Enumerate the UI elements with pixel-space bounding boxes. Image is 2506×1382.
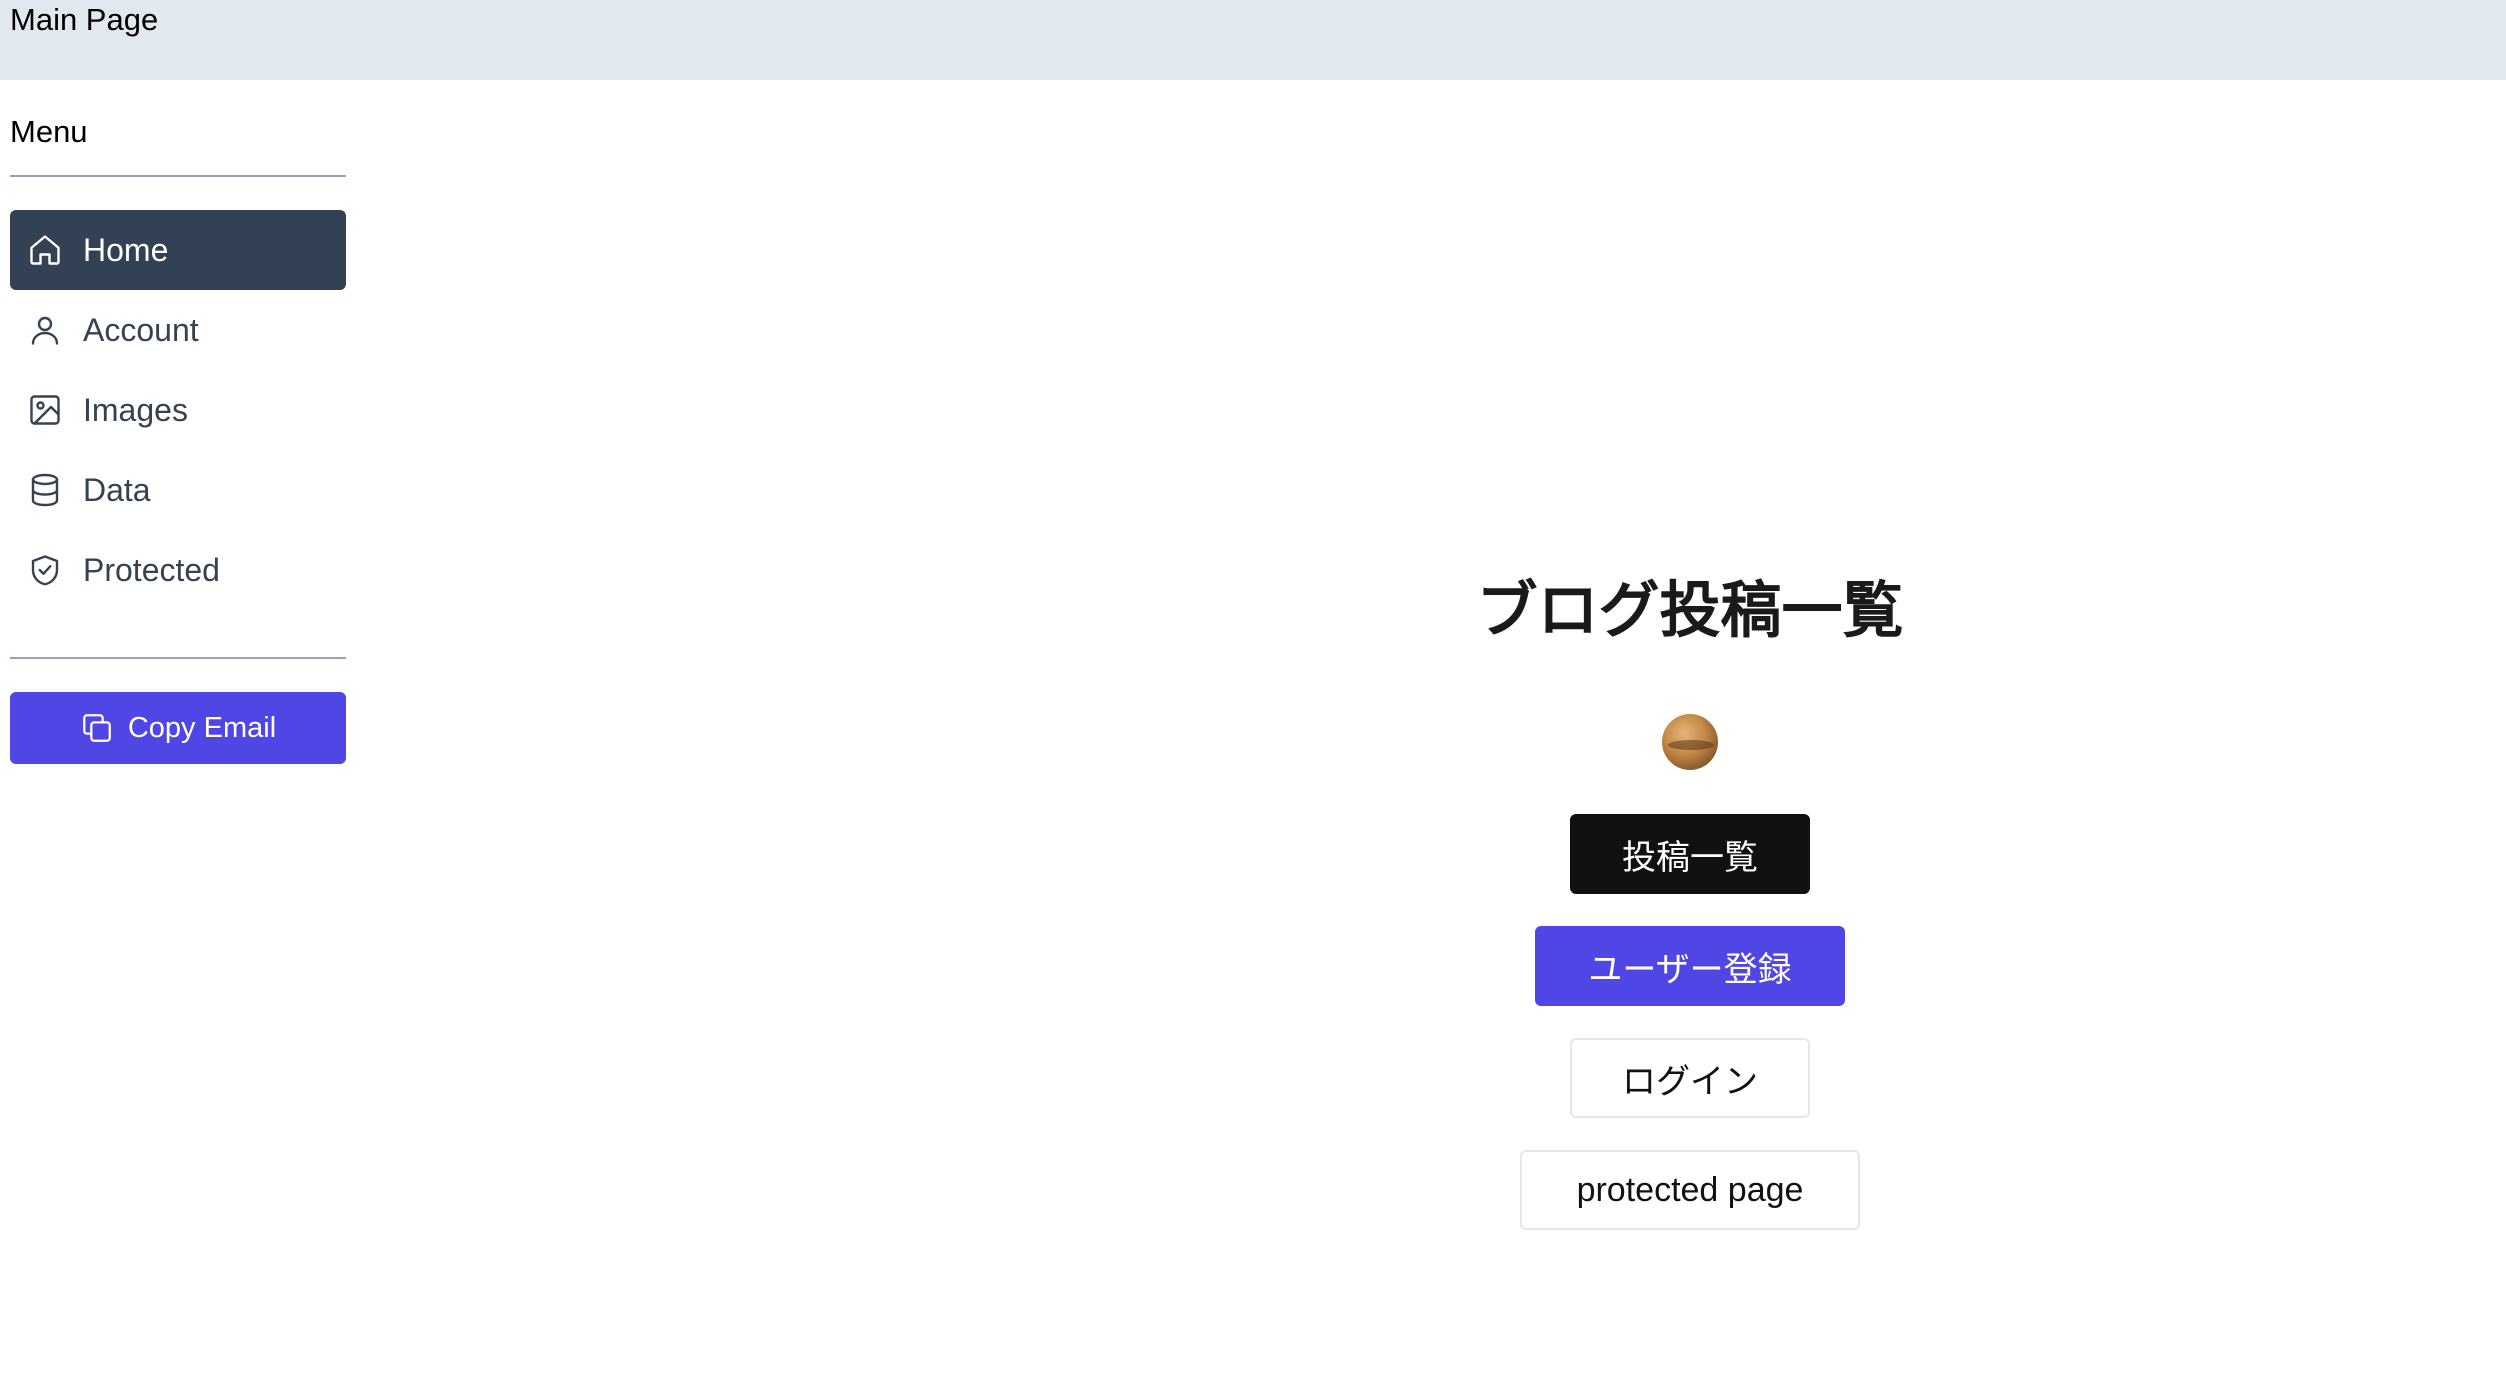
divider (10, 175, 346, 177)
user-icon (27, 312, 63, 348)
sidebar-item-label: Images (83, 391, 188, 428)
sidebar-nav: Home Account Images Data Protected (10, 210, 346, 610)
register-button[interactable]: ユーザー登録 (1535, 926, 1845, 1006)
home-icon (27, 232, 63, 268)
sidebar-item-account[interactable]: Account (10, 290, 346, 370)
sidebar-item-label: Protected (83, 551, 220, 588)
divider (10, 657, 346, 659)
protected-page-button[interactable]: protected page (1520, 1150, 1860, 1230)
blog-list-heading: ブログ投稿一覧 (1476, 576, 1904, 644)
login-button[interactable]: ログイン (1570, 1038, 1810, 1118)
copy-icon (82, 714, 111, 742)
copy-email-label: Copy Email (127, 711, 277, 744)
sidebar-item-home[interactable]: Home (10, 210, 346, 290)
shield-check-icon (27, 552, 63, 588)
sidebar-item-images[interactable]: Images (10, 370, 346, 450)
sidebar-item-protected[interactable]: Protected (10, 530, 346, 610)
sidebar-item-label: Home (83, 231, 169, 268)
copy-email-button[interactable]: Copy Email (10, 692, 346, 764)
sidebar-item-data[interactable]: Data (10, 450, 346, 530)
sidebar-item-label: Data (83, 471, 151, 508)
database-icon (27, 472, 63, 508)
page-title: Main Page (10, 2, 159, 37)
menu-heading: Menu (10, 114, 88, 149)
posts-button[interactable]: 投稿一覧 (1570, 814, 1810, 894)
sidebar-item-label: Account (83, 311, 199, 348)
image-icon (27, 392, 63, 428)
top-bar: Main Page (0, 0, 2506, 80)
avatar (1662, 714, 1718, 770)
